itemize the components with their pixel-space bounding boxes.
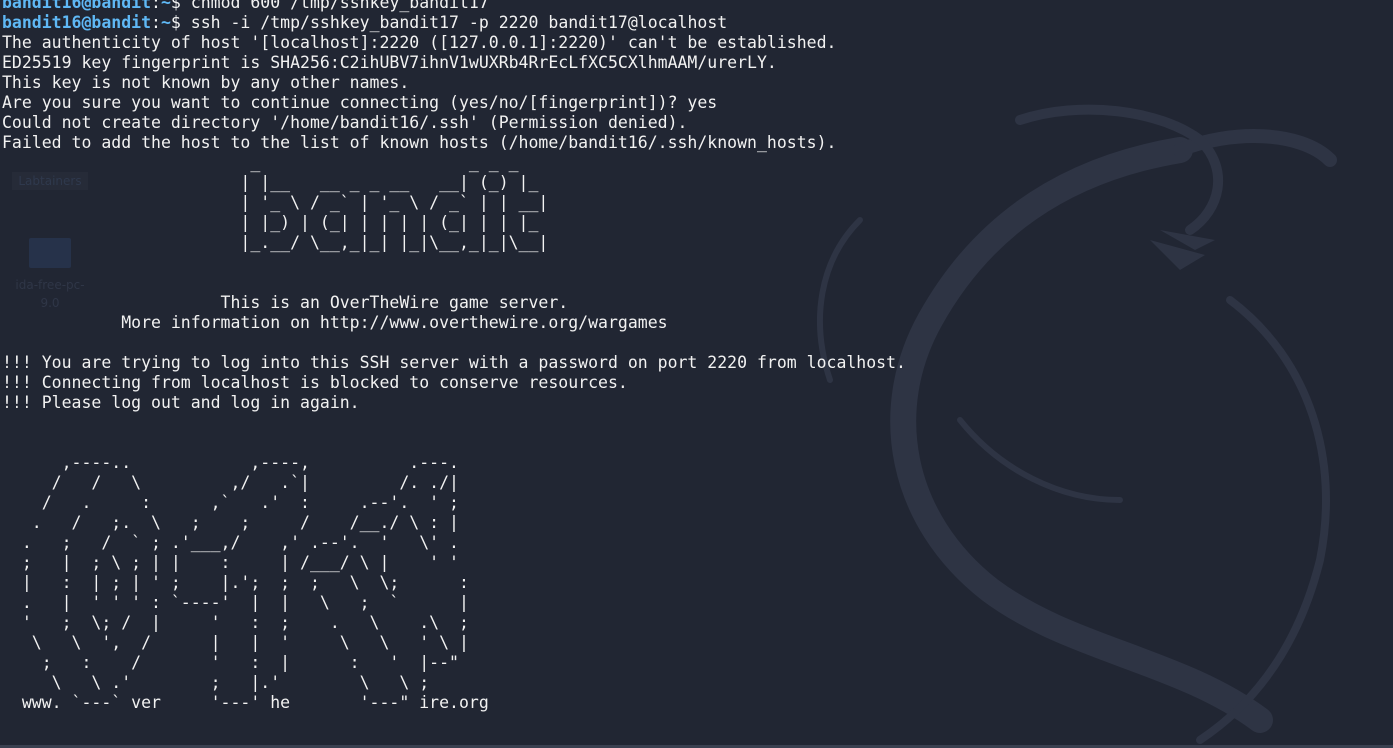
output-line: . | ' ' ' : `----' | | \ ; ` |	[2, 593, 469, 612]
output-line: !!! Please log out and log in again.	[2, 393, 360, 412]
command-text: ssh -i /tmp/sshkey_bandit17 -p 2220 band…	[190, 13, 728, 32]
prompt-path: ~	[160, 13, 171, 32]
prompt-separator: :	[151, 0, 161, 12]
output-line: \ \ .' ; |.' \ \ ;	[2, 673, 430, 692]
output-line: !!! You are trying to log into this SSH …	[2, 353, 906, 372]
output-line: . / ;. \ ; ; / /__./ \ : |	[2, 513, 459, 532]
output-line: | |_) | (_| | | | | (_| | | |_	[2, 213, 539, 232]
output-line: | |__ __ _ _ __ __| (_) |_	[2, 173, 539, 192]
output-line: ED25519 key fingerprint is SHA256:C2ihUB…	[2, 53, 777, 72]
prompt-user-host: bandit16@bandit	[2, 0, 152, 12]
output-line: _ _ _ _	[2, 153, 519, 172]
output-line: This key is not known by any other names…	[2, 73, 410, 92]
output-line: Could not create directory '/home/bandit…	[2, 113, 688, 132]
prompt-user-host: bandit16@bandit	[2, 13, 152, 32]
output-line: www. `---` ver '---' he '---" ire.org	[2, 693, 489, 712]
output-line: More information on http://www.overthewi…	[2, 313, 668, 332]
output-line: | '_ \ / _` | '_ \ / _` | | __|	[2, 193, 549, 212]
command-line: bandit16@bandit:~$ ssh -i /tmp/sshkey_ba…	[2, 13, 906, 33]
output-line: . ; / ` ; .'___,/ ,' .--'. ' \' .	[2, 533, 459, 552]
output-line: This is an OverTheWire game server.	[2, 293, 569, 312]
prompt-path: ~	[160, 0, 171, 12]
terminal-output[interactable]: bandit16@bandit:~$ chmod 600 /tmp/sshkey…	[2, 0, 906, 713]
prompt-symbol: $	[170, 13, 191, 32]
output-line: | : | ; | ' ; |.'; ; ; \ \; :	[2, 573, 469, 592]
output-line: Failed to add the host to the list of kn…	[2, 133, 837, 152]
output-line: / . : ,` .' : .--'. ' ;	[2, 493, 459, 512]
prompt-symbol: $	[170, 0, 191, 12]
output-line: !!! Connecting from localhost is blocked…	[2, 373, 628, 392]
output-line: |_.__/ \__,_|_| |_|\__,_|_|\__|	[2, 233, 549, 252]
prompt-separator: :	[151, 13, 161, 32]
output-line: ; | ; \ ; | | : | /___/ \ | ' '	[2, 553, 459, 572]
output-line: / / \ ,/ .`| /. ./|	[2, 473, 459, 492]
command-text: chmod 600 /tmp/sshkey_bandit17	[190, 0, 489, 12]
output-line: ,----.. ,----, .---.	[2, 453, 459, 472]
output-line: \ \ ', / | | ' \ \ ' \ |	[2, 633, 469, 652]
output-line: Are you sure you want to continue connec…	[2, 93, 718, 112]
command-line: bandit16@bandit:~$ chmod 600 /tmp/sshkey…	[2, 0, 906, 13]
output-line: ' ; \; / | ' : ; . \ .\ ;	[2, 613, 469, 632]
output-line: ; : / ' : | : ' |--"	[2, 653, 459, 672]
output-line: The authenticity of host '[localhost]:22…	[2, 33, 837, 52]
terminal-window[interactable]: Labtainers ida-free-pc- 9.0 bandit16@ban…	[0, 0, 1393, 748]
